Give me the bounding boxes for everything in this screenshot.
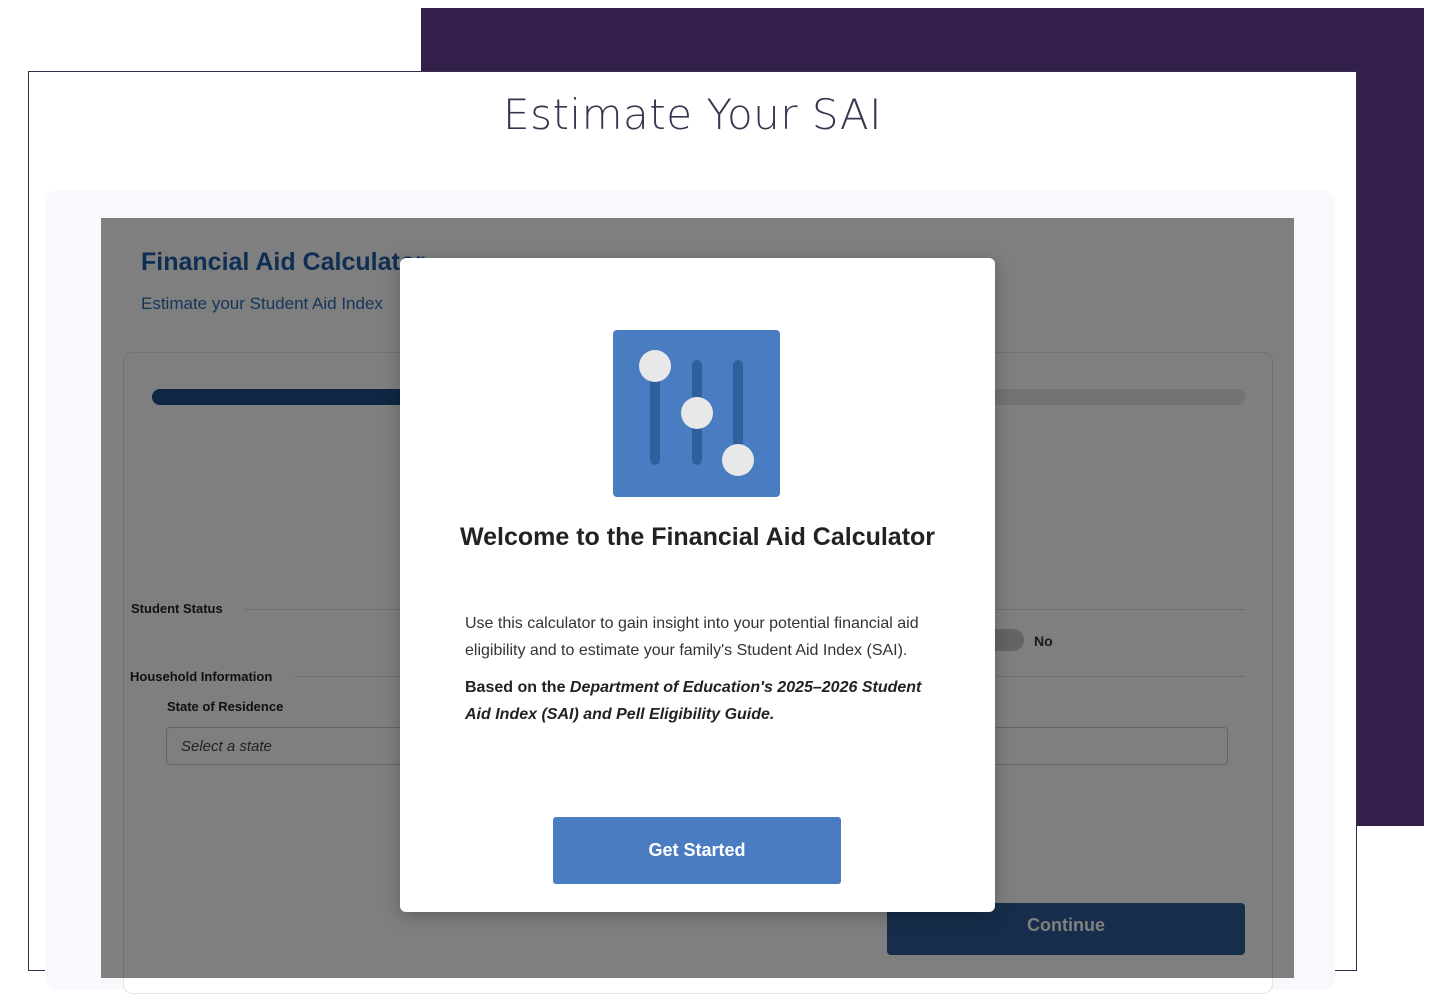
get-started-button[interactable]: Get Started [553, 817, 841, 884]
modal-reference: Based on the Department of Education's 2… [465, 674, 935, 728]
page-title: Estimate Your SAI [503, 90, 882, 139]
sliders-icon [613, 330, 780, 497]
welcome-modal: Welcome to the Financial Aid Calculator … [400, 258, 995, 912]
modal-body: Use this calculator to gain insight into… [465, 610, 935, 738]
reference-prefix: Based on the [465, 679, 570, 696]
modal-title: Welcome to the Financial Aid Calculator [459, 523, 936, 551]
modal-description: Use this calculator to gain insight into… [465, 615, 919, 659]
